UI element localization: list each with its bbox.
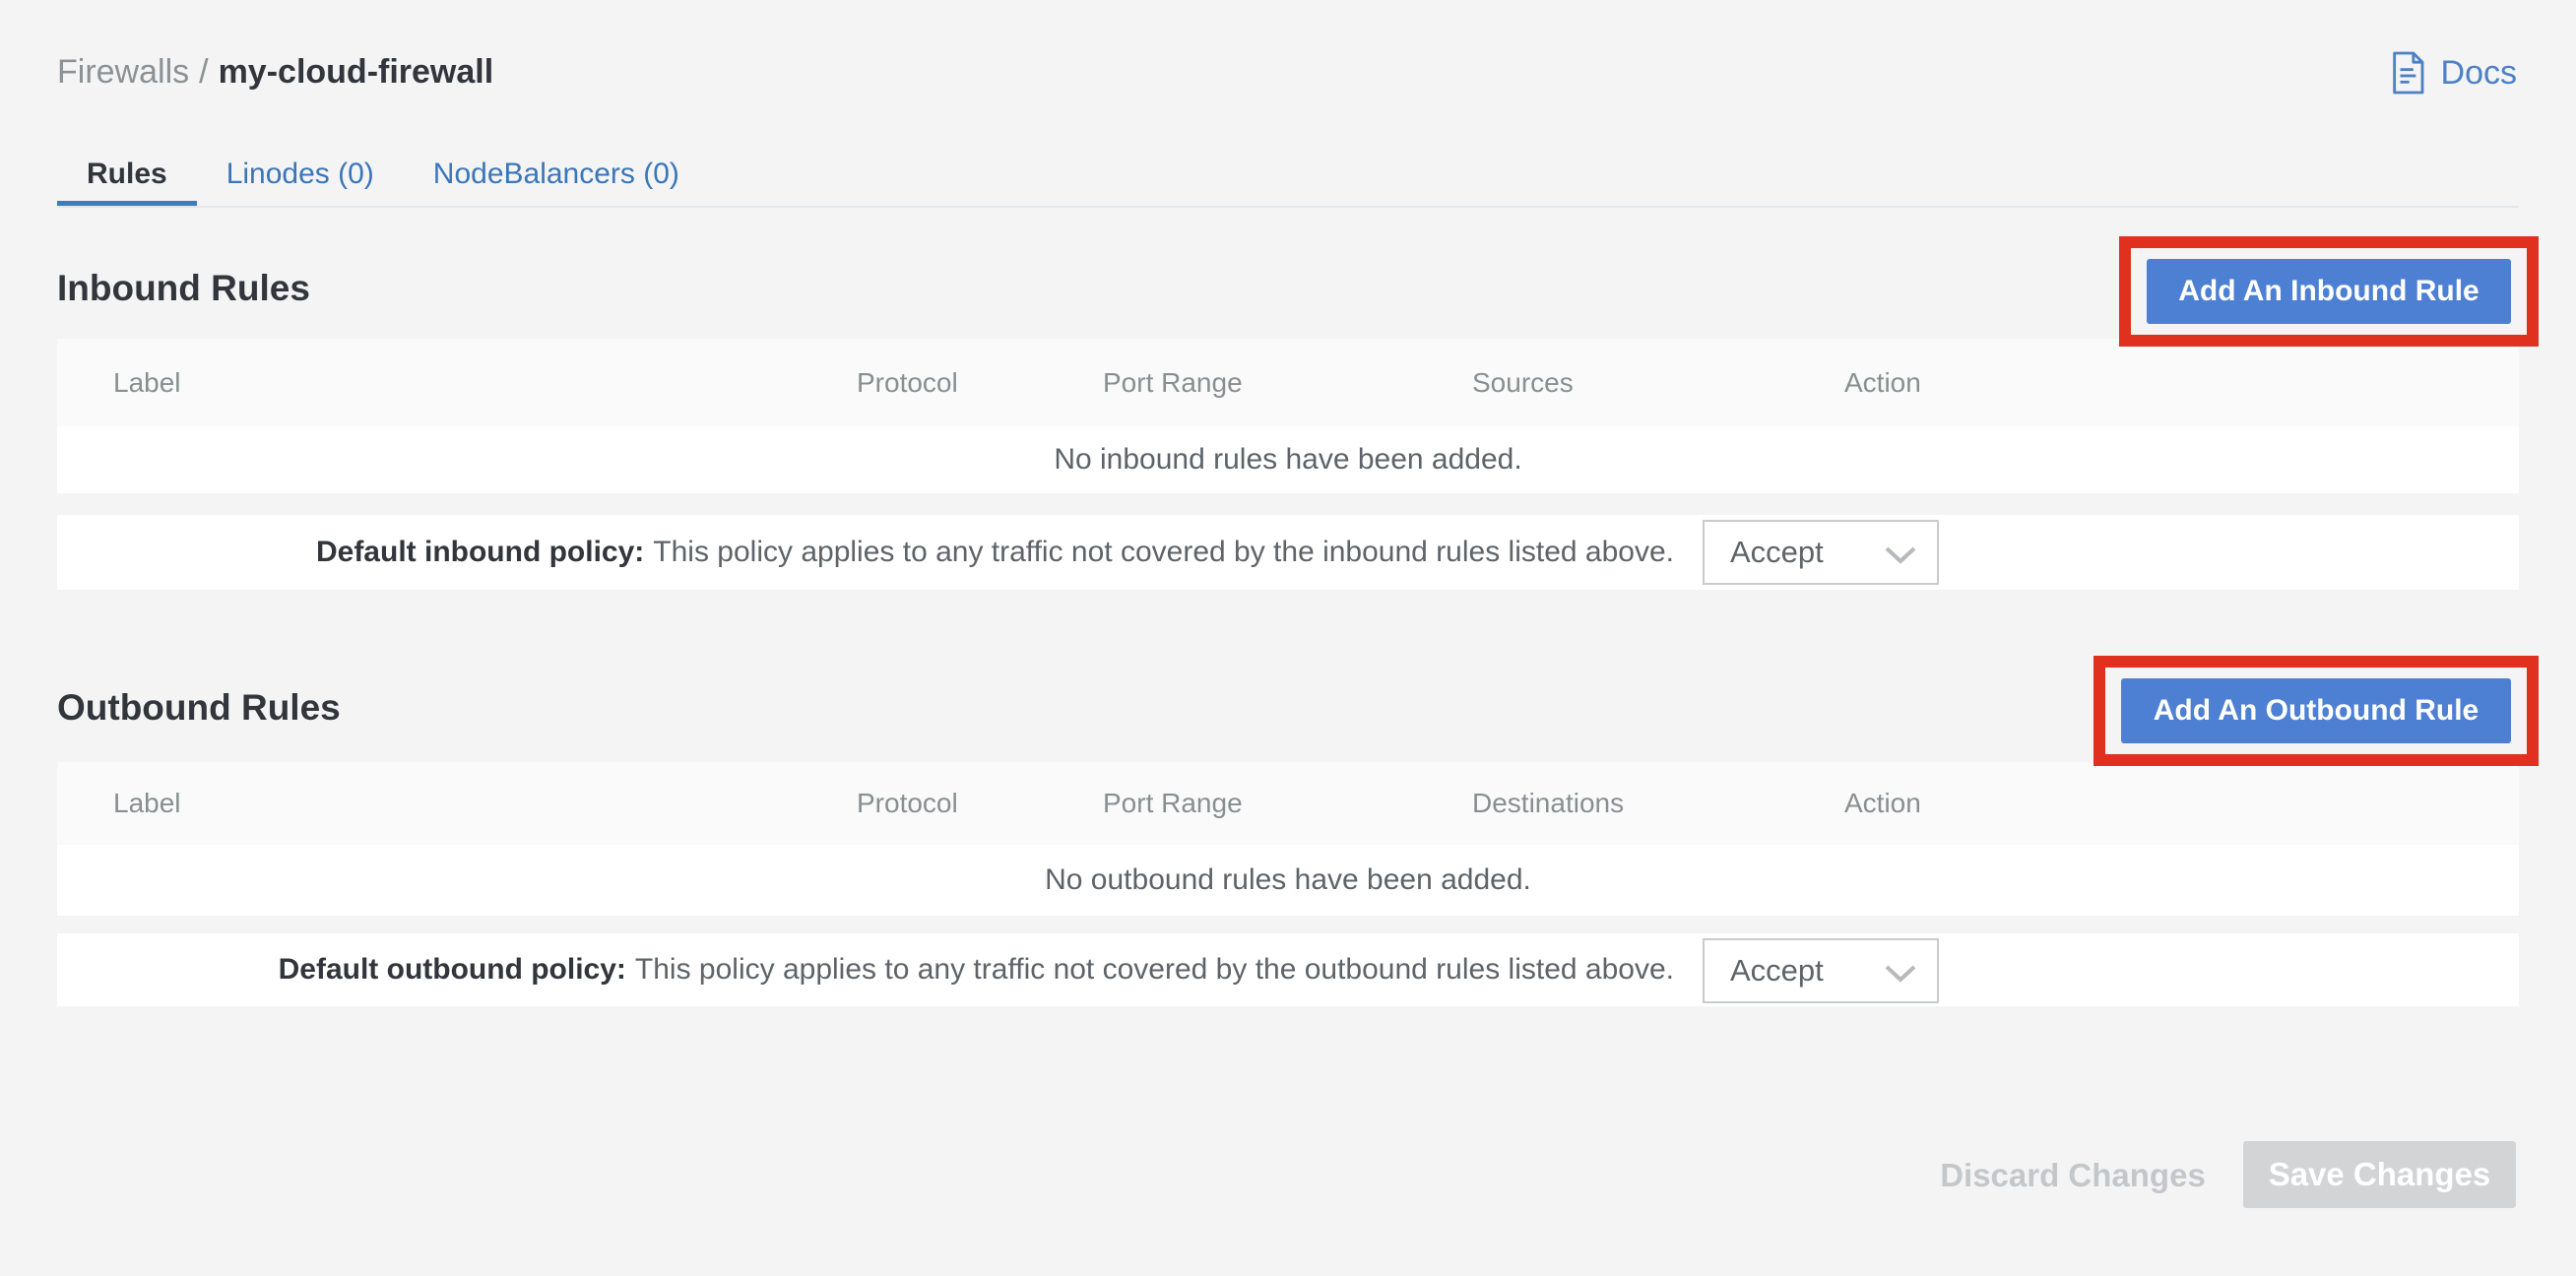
add-inbound-rule-button[interactable]: Add An Inbound Rule bbox=[2147, 259, 2511, 324]
outbound-default-policy-value: Accept bbox=[1730, 953, 1824, 989]
breadcrumb-separator: / bbox=[199, 53, 208, 91]
outbound-column-protocol: Protocol bbox=[857, 762, 958, 845]
document-icon bbox=[2388, 51, 2427, 95]
save-changes-button[interactable]: Save Changes bbox=[2243, 1141, 2516, 1208]
annotation-highlight-inbound: Add An Inbound Rule bbox=[2119, 236, 2539, 347]
outbound-default-policy-row: Default outbound policy: This policy app… bbox=[57, 933, 2519, 1006]
outbound-table-header: Label Protocol Port Range Destinations A… bbox=[57, 762, 2519, 845]
tab-linodes[interactable]: Linodes (0) bbox=[197, 150, 404, 208]
discard-changes-button[interactable]: Discard Changes bbox=[1920, 1142, 2225, 1209]
outbound-rules-heading: Outbound Rules bbox=[57, 687, 341, 729]
inbound-default-policy-row: Default inbound policy: This policy appl… bbox=[57, 515, 2519, 590]
outbound-column-action: Action bbox=[1844, 762, 1921, 845]
inbound-column-action: Action bbox=[1844, 339, 1921, 426]
inbound-table-header: Label Protocol Port Range Sources Action bbox=[57, 339, 2519, 426]
inbound-column-sources: Sources bbox=[1472, 339, 1574, 426]
breadcrumb-current-firewall: my-cloud-firewall bbox=[219, 53, 494, 91]
inbound-rules-heading: Inbound Rules bbox=[57, 268, 310, 309]
chevron-down-icon bbox=[1884, 964, 1917, 984]
outbound-empty-state: No outbound rules have been added. bbox=[57, 845, 2519, 916]
inbound-column-port-range: Port Range bbox=[1103, 339, 1243, 426]
outbound-column-destinations: Destinations bbox=[1472, 762, 1624, 845]
tab-bar: Rules Linodes (0) NodeBalancers (0) bbox=[57, 150, 709, 208]
inbound-default-policy-label: Default inbound policy: bbox=[316, 536, 644, 569]
outbound-column-label: Label bbox=[113, 762, 181, 845]
outbound-empty-message: No outbound rules have been added. bbox=[1045, 863, 1531, 897]
add-outbound-rule-button[interactable]: Add An Outbound Rule bbox=[2121, 678, 2511, 743]
breadcrumb-firewalls-link[interactable]: Firewalls bbox=[57, 53, 189, 91]
chevron-down-icon bbox=[1884, 545, 1917, 565]
outbound-column-port-range: Port Range bbox=[1103, 762, 1243, 845]
inbound-default-policy-text: Default inbound policy: This policy appl… bbox=[316, 515, 1674, 590]
tab-nodebalancers[interactable]: NodeBalancers (0) bbox=[404, 150, 709, 208]
outbound-default-policy-text: Default outbound policy: This policy app… bbox=[279, 933, 1674, 1006]
inbound-default-policy-select[interactable]: Accept bbox=[1703, 520, 1939, 585]
inbound-default-policy-value: Accept bbox=[1730, 535, 1824, 570]
inbound-empty-state: No inbound rules have been added. bbox=[57, 426, 2519, 493]
inbound-empty-message: No inbound rules have been added. bbox=[1054, 443, 1521, 477]
annotation-highlight-outbound: Add An Outbound Rule bbox=[2093, 656, 2539, 766]
docs-link-label: Docs bbox=[2441, 54, 2517, 93]
outbound-default-policy-select[interactable]: Accept bbox=[1703, 938, 1939, 1003]
inbound-default-policy-description: This policy applies to any traffic not c… bbox=[653, 536, 1674, 569]
outbound-default-policy-label: Default outbound policy: bbox=[279, 953, 626, 987]
tab-bar-divider bbox=[57, 206, 2519, 208]
firewall-detail-page: Firewalls / my-cloud-firewall Docs Rules L… bbox=[0, 0, 2576, 1276]
outbound-default-policy-description: This policy applies to any traffic not c… bbox=[635, 953, 1674, 987]
breadcrumb: Firewalls / my-cloud-firewall bbox=[57, 53, 493, 92]
inbound-column-label: Label bbox=[113, 339, 181, 426]
inbound-column-protocol: Protocol bbox=[857, 339, 958, 426]
docs-link[interactable]: Docs bbox=[2388, 51, 2517, 95]
tab-rules[interactable]: Rules bbox=[57, 150, 197, 208]
